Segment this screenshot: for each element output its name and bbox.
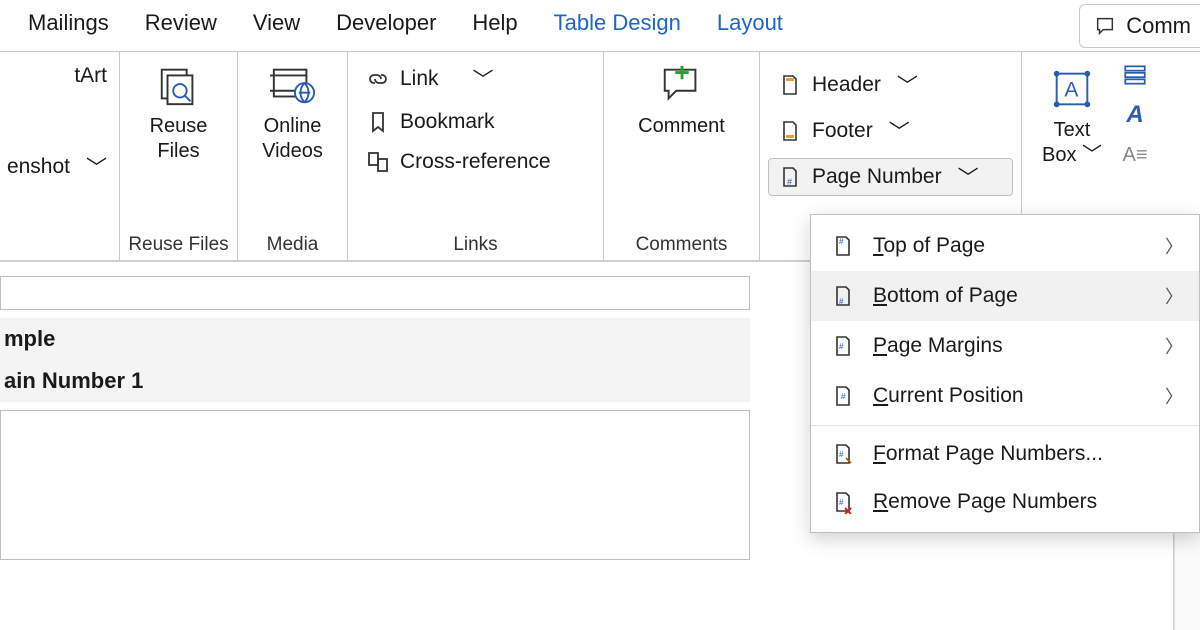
online-videos-icon bbox=[270, 62, 316, 108]
group-label-comments: Comments bbox=[612, 234, 751, 258]
tab-table-design[interactable]: Table Design bbox=[536, 4, 699, 48]
page-top-icon: # bbox=[831, 234, 855, 258]
menu-label: Top of Page bbox=[873, 234, 1147, 258]
chevron-down-icon: ﹀ bbox=[958, 162, 979, 192]
group-label-reuse-files: Reuse Files bbox=[128, 234, 229, 258]
bookmark-icon bbox=[366, 110, 390, 134]
cross-reference-button[interactable]: Cross-reference bbox=[356, 146, 595, 178]
menu-separator bbox=[811, 425, 1199, 426]
page-margins-icon: # bbox=[831, 334, 855, 358]
link-icon bbox=[366, 67, 390, 91]
remove-page-numbers-icon: # bbox=[831, 490, 855, 514]
page-number-icon: # bbox=[778, 165, 802, 189]
comments-button-label: Comm bbox=[1126, 13, 1191, 39]
reuse-files-button[interactable]: Reuse Files bbox=[131, 56, 227, 164]
page-number-menu: # Top of Page 〉 # Bottom of Page 〉 # Pag… bbox=[810, 214, 1200, 533]
menu-label: Format Page Numbers... bbox=[873, 442, 1183, 466]
chevron-down-icon: ﹀ bbox=[86, 152, 107, 182]
format-page-numbers-icon: # bbox=[831, 442, 855, 466]
menu-remove-page-numbers[interactable]: # Remove Page Numbers bbox=[811, 478, 1199, 526]
quick-parts-button[interactable] bbox=[1120, 60, 1150, 90]
group-links: Link﹀ Bookmark Cross-reference Links bbox=[348, 52, 604, 260]
drop-cap-button[interactable]: A≡ bbox=[1120, 140, 1150, 170]
group-illustrations: tArt enshot﹀ bbox=[0, 52, 120, 260]
link-button[interactable]: Link﹀ bbox=[356, 60, 595, 98]
online-videos-button[interactable]: Online Videos bbox=[245, 56, 341, 164]
chevron-down-icon: ﹀ bbox=[889, 116, 910, 146]
svg-text:#: # bbox=[839, 450, 844, 459]
header-button[interactable]: Header﹀ bbox=[768, 66, 1013, 104]
svg-text:#: # bbox=[839, 297, 844, 306]
tab-help[interactable]: Help bbox=[454, 4, 535, 48]
group-label-media: Media bbox=[246, 234, 339, 258]
tab-developer[interactable]: Developer bbox=[318, 4, 454, 48]
wordart-icon: A bbox=[1126, 101, 1143, 129]
bookmark-button[interactable]: Bookmark bbox=[356, 106, 595, 138]
chevron-down-icon: ﹀ bbox=[897, 70, 918, 100]
menu-page-margins[interactable]: # Page Margins 〉 bbox=[811, 321, 1199, 371]
menu-label: Page Margins bbox=[873, 334, 1147, 358]
reuse-files-icon bbox=[156, 62, 202, 108]
menu-label: Remove Page Numbers bbox=[873, 490, 1183, 514]
group-comments: Comment Comments bbox=[604, 52, 760, 260]
drop-cap-icon: A≡ bbox=[1122, 144, 1147, 167]
footer-button[interactable]: Footer﹀ bbox=[768, 112, 1013, 150]
group-reuse-files: Reuse Files Reuse Files bbox=[120, 52, 238, 260]
page-number-button[interactable]: # Page Number﹀ bbox=[768, 158, 1013, 196]
group-label-links: Links bbox=[356, 234, 595, 258]
menu-bottom-of-page[interactable]: # Bottom of Page 〉 bbox=[811, 271, 1199, 321]
page-bottom-icon: # bbox=[831, 284, 855, 308]
gallery-item-plain-number-1[interactable]: ain Number 1 bbox=[0, 360, 750, 402]
smartart-button[interactable]: tArt bbox=[8, 60, 111, 92]
text-box-icon: A bbox=[1049, 66, 1095, 112]
svg-text:#: # bbox=[841, 392, 846, 401]
tab-view[interactable]: View bbox=[235, 4, 318, 48]
chevron-down-icon: ﹀ bbox=[473, 64, 494, 94]
quick-parts-icon bbox=[1122, 62, 1148, 88]
chevron-right-icon: 〉 bbox=[1165, 383, 1183, 409]
svg-text:A: A bbox=[1064, 79, 1079, 102]
page-current-icon: # bbox=[831, 384, 855, 408]
menu-top-of-page[interactable]: # Top of Page 〉 bbox=[811, 221, 1199, 271]
comment-icon bbox=[659, 62, 705, 108]
svg-text:#: # bbox=[839, 342, 844, 351]
menu-format-page-numbers[interactable]: # Format Page Numbers... bbox=[811, 430, 1199, 478]
chevron-right-icon: 〉 bbox=[1165, 333, 1183, 359]
comment-button[interactable]: Comment bbox=[634, 56, 730, 139]
tab-mailings[interactable]: Mailings bbox=[10, 4, 127, 48]
comments-button[interactable]: Comm bbox=[1079, 4, 1200, 48]
footer-icon bbox=[778, 119, 802, 143]
chevron-down-icon: ﹀ bbox=[1082, 144, 1102, 166]
chevron-right-icon: 〉 bbox=[1165, 233, 1183, 259]
chevron-right-icon: 〉 bbox=[1165, 283, 1183, 309]
svg-text:#: # bbox=[839, 498, 844, 507]
screenshot-button[interactable]: enshot﹀ bbox=[8, 148, 111, 186]
wordart-button[interactable]: A bbox=[1120, 100, 1150, 130]
tab-review[interactable]: Review bbox=[127, 4, 235, 48]
svg-text:#: # bbox=[839, 237, 844, 246]
svg-text:#: # bbox=[787, 177, 792, 187]
menu-current-position[interactable]: # Current Position 〉 bbox=[811, 371, 1199, 421]
tab-layout[interactable]: Layout bbox=[699, 4, 801, 48]
gallery-heading-simple: mple bbox=[0, 318, 750, 360]
header-icon bbox=[778, 73, 802, 97]
menu-label: Bottom of Page bbox=[873, 284, 1147, 308]
comment-bubble-icon bbox=[1094, 15, 1116, 37]
text-box-button[interactable]: A Text Box ﹀ bbox=[1030, 60, 1114, 168]
ribbon-tabs: Mailings Review View Developer Help Tabl… bbox=[0, 0, 1200, 52]
group-label-illustrations bbox=[8, 234, 111, 258]
group-media: Online Videos Media bbox=[238, 52, 348, 260]
menu-label: Current Position bbox=[873, 384, 1147, 408]
cross-reference-icon bbox=[366, 150, 390, 174]
